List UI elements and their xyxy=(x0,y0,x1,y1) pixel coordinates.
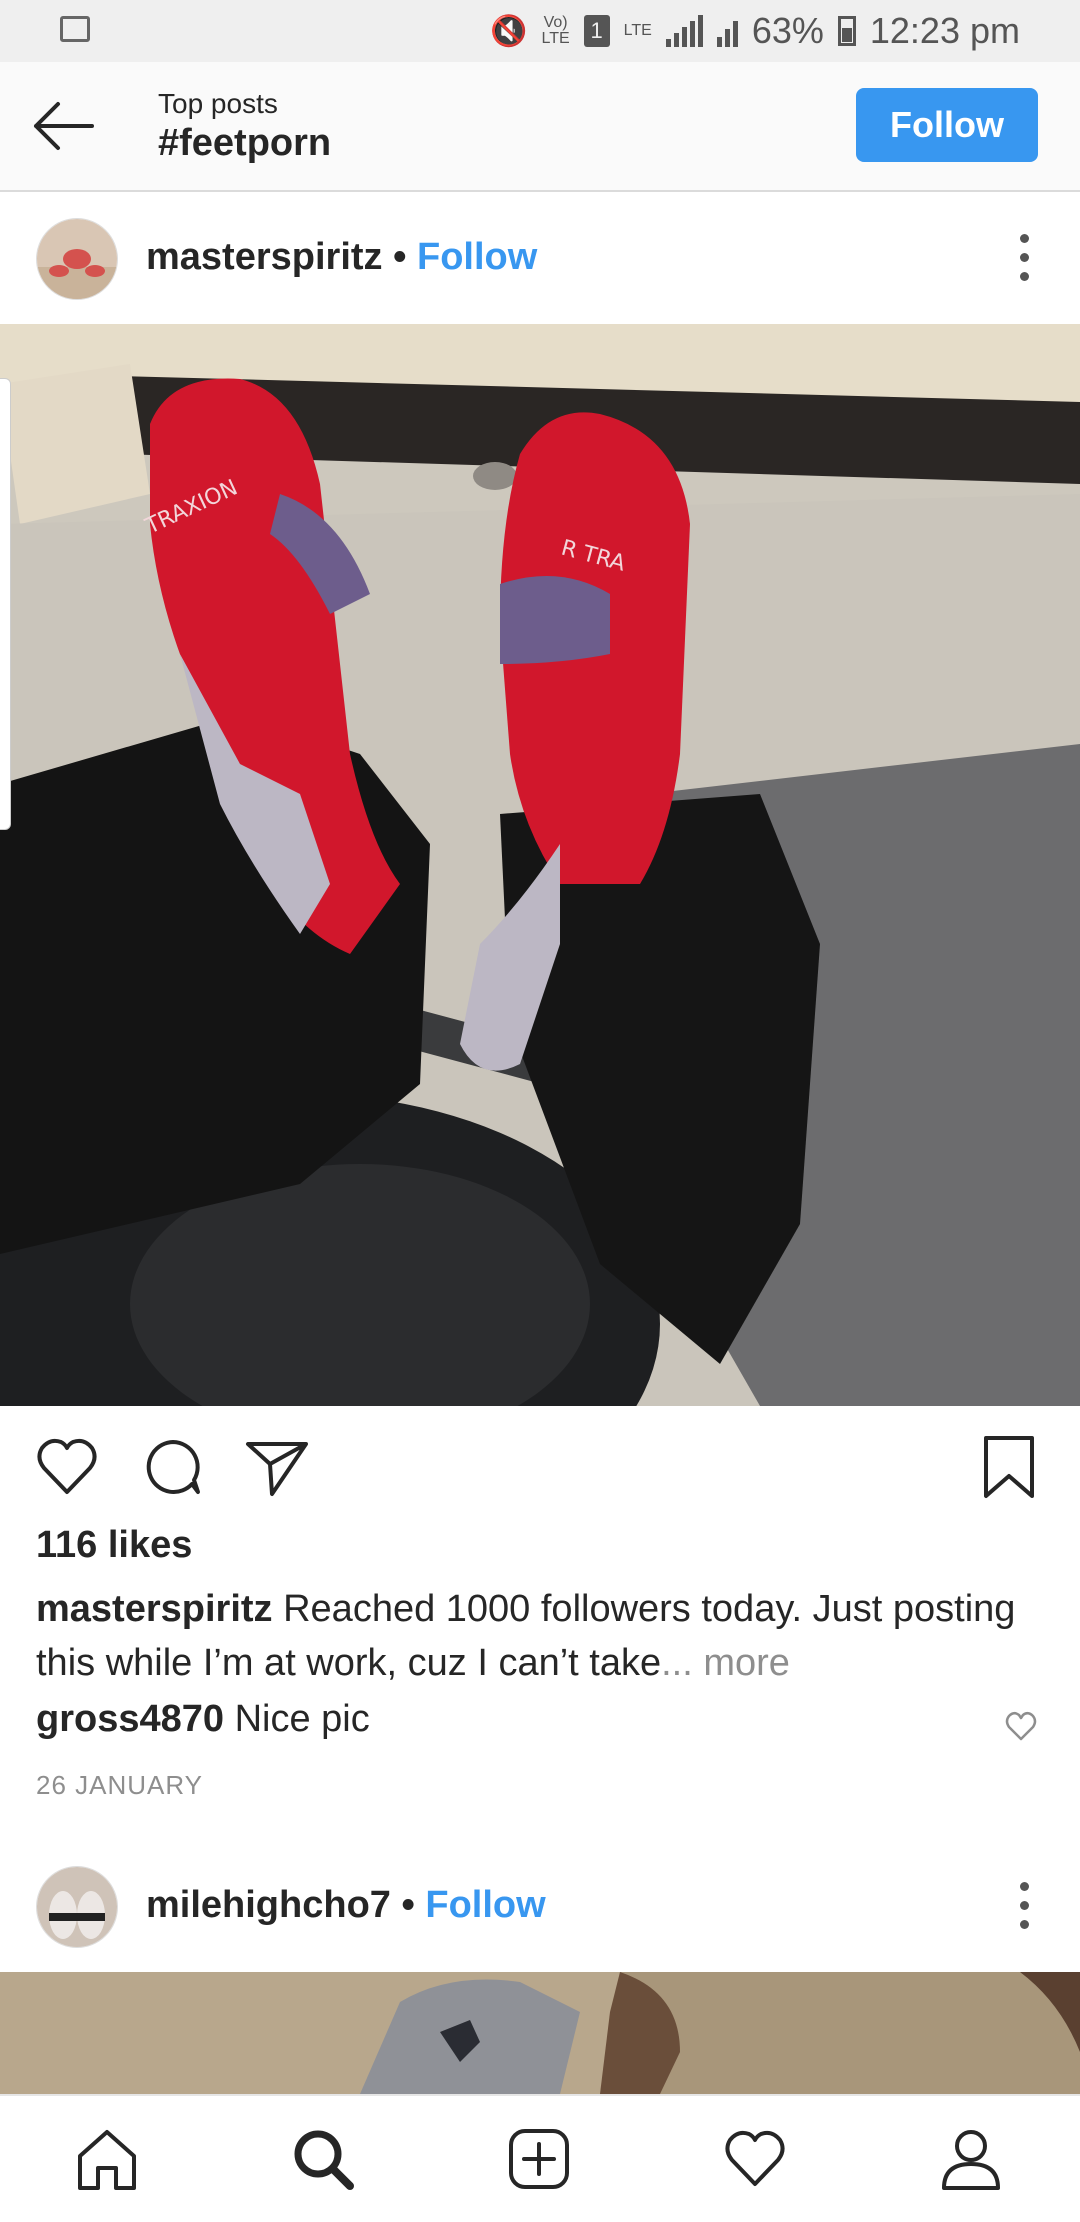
caption-more-link[interactable]: ... more xyxy=(661,1642,790,1684)
more-options-icon[interactable] xyxy=(1018,234,1030,282)
battery-percent: 63% xyxy=(751,10,824,51)
gallery-notification-icon xyxy=(60,16,90,42)
separator-dot: • xyxy=(393,236,407,278)
search-icon[interactable] xyxy=(290,2126,356,2192)
follow-user-link[interactable]: Follow xyxy=(425,1884,545,1926)
follow-user-link[interactable]: Follow xyxy=(417,236,537,278)
hashtag-title: #feetporn xyxy=(158,122,332,164)
separator-dot: • xyxy=(401,1884,415,1926)
follow-hashtag-button[interactable]: Follow xyxy=(856,88,1038,162)
lte-indicator: LTE xyxy=(623,22,652,39)
caption-username[interactable]: masterspiritz xyxy=(36,1588,273,1630)
signal-icon-2 xyxy=(716,15,738,47)
side-panel-handle[interactable] xyxy=(0,378,11,830)
comment-bubble-icon[interactable] xyxy=(140,1434,206,1500)
status-bar: 🔇 Vo) LTE 1 LTE 63% 12:23 pm xyxy=(0,0,1080,62)
carpet-photo xyxy=(0,1972,1080,2094)
back-arrow-icon[interactable] xyxy=(30,100,96,152)
post-date: 26 JANUARY xyxy=(36,1770,204,1800)
status-icons: 🔇 Vo) LTE 1 LTE 63% 12:23 pm xyxy=(490,8,1020,54)
post-header: milehighcho7 • Follow xyxy=(0,1840,1080,1972)
more-options-icon[interactable] xyxy=(1018,1882,1030,1930)
post-username-line: milehighcho7 • Follow xyxy=(146,1884,546,1927)
signal-icon xyxy=(665,15,703,47)
save-bookmark-icon[interactable] xyxy=(976,1434,1042,1500)
avatar[interactable] xyxy=(36,1866,118,1948)
socks-photo: TRAXION R TRA xyxy=(0,324,1080,1406)
header-subtitle: Top posts xyxy=(158,88,278,119)
post-username-line: masterspiritz • Follow xyxy=(146,236,537,279)
like-heart-icon[interactable] xyxy=(34,1434,100,1500)
clock: 12:23 pm xyxy=(869,10,1020,51)
battery-icon xyxy=(837,16,856,46)
comment-text: Nice pic xyxy=(234,1698,370,1740)
post-actions xyxy=(0,1406,1080,1526)
post-caption: masterspiritz Reached 1000 followers tod… xyxy=(36,1582,1036,1690)
avatar[interactable] xyxy=(36,218,118,300)
bottom-navigation xyxy=(0,2094,1080,2222)
post-image[interactable]: TRAXION R TRA xyxy=(0,324,1080,1406)
post-username[interactable]: masterspiritz xyxy=(146,236,383,278)
comment-username[interactable]: gross4870 xyxy=(36,1698,224,1740)
share-paper-plane-icon[interactable] xyxy=(244,1434,310,1500)
post-username[interactable]: milehighcho7 xyxy=(146,1884,391,1926)
sim-icon: 1 xyxy=(583,15,610,47)
mute-icon: 🔇 xyxy=(490,14,528,48)
likes-count[interactable]: 116 likes xyxy=(36,1524,192,1567)
post-header: masterspiritz • Follow xyxy=(0,192,1080,324)
home-icon[interactable] xyxy=(74,2126,140,2192)
volte-indicator: Vo) LTE xyxy=(541,14,570,47)
post-image[interactable] xyxy=(0,1972,1080,2094)
activity-heart-icon[interactable] xyxy=(722,2126,788,2192)
add-post-icon[interactable] xyxy=(506,2126,572,2192)
profile-icon[interactable] xyxy=(938,2126,1004,2192)
comment-preview: gross4870 Nice pic xyxy=(36,1698,370,1741)
comment-like-heart-icon[interactable] xyxy=(1004,1710,1038,1742)
hashtag-header: Top posts #feetporn Follow xyxy=(0,62,1080,192)
